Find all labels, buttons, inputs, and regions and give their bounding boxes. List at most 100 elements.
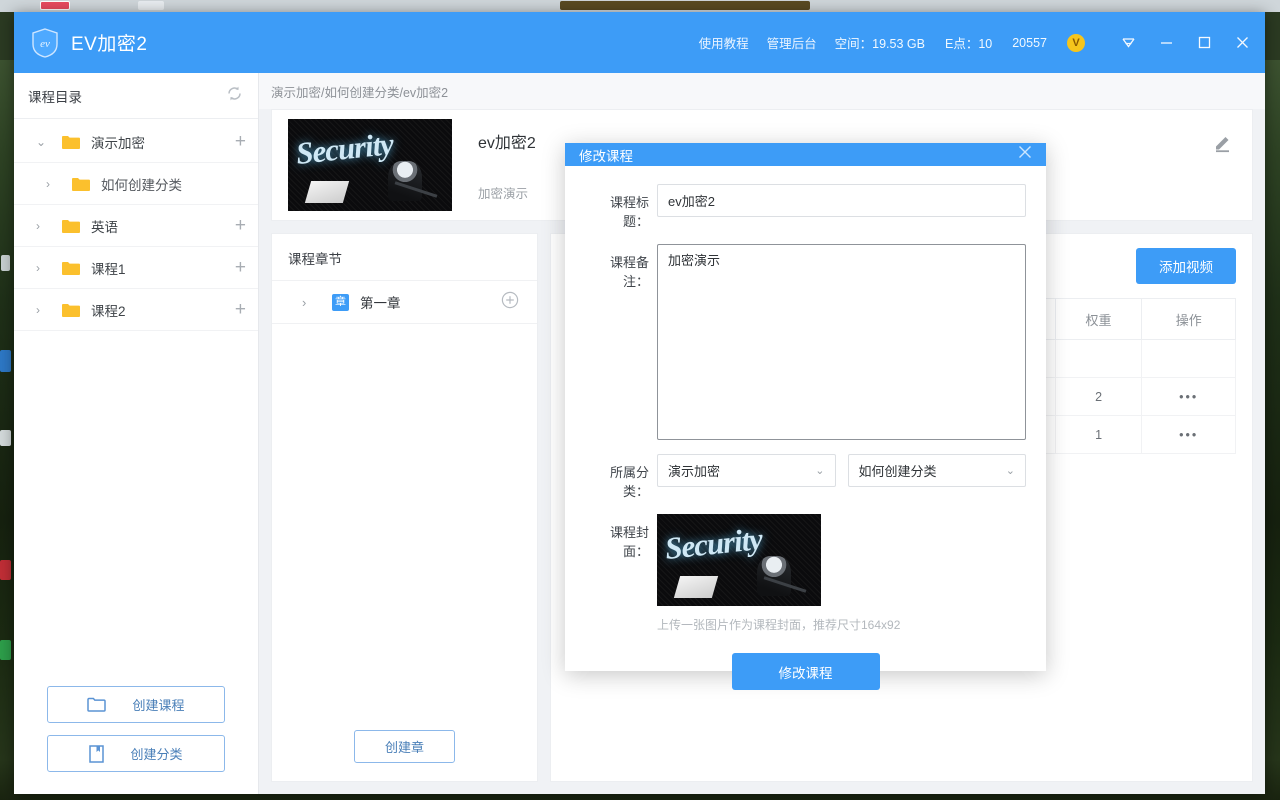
tree-item-4[interactable]: › 课程2 + bbox=[14, 289, 258, 331]
create-course-label: 创建课程 bbox=[132, 698, 185, 713]
cell-action[interactable]: ••• bbox=[1141, 415, 1236, 454]
chevron-down-icon[interactable]: ⌄ bbox=[36, 136, 52, 148]
desktop-icon bbox=[0, 430, 11, 446]
field-course-cover: 课程封面： Security 上传一张图片作为课程封面，推荐尺寸164x92 bbox=[585, 514, 1026, 633]
tree-item-label: 课程1 bbox=[91, 261, 126, 277]
chapter-label: 第一章 bbox=[360, 296, 401, 311]
category-label: 所属分类： bbox=[609, 465, 649, 499]
cover-laptop bbox=[304, 181, 350, 203]
tree-item-0[interactable]: ⌄ 演示加密 + bbox=[14, 121, 258, 163]
tree-item-label: 课程2 bbox=[91, 303, 126, 319]
sidebar-footer: 创建课程 创建分类 bbox=[14, 676, 258, 794]
create-category-label: 创建分类 bbox=[130, 747, 183, 762]
close-icon[interactable] bbox=[1223, 12, 1261, 73]
circle-plus-icon[interactable] bbox=[501, 291, 519, 314]
course-title-label: 课程标题： bbox=[609, 195, 649, 229]
desktop-icon bbox=[0, 350, 11, 372]
course-cover-image: Security bbox=[288, 119, 452, 211]
cell-weight: 1 bbox=[1054, 415, 1143, 454]
minimize-icon[interactable] bbox=[1147, 12, 1185, 73]
maximize-icon[interactable] bbox=[1185, 12, 1223, 73]
app-title: EV加密2 bbox=[71, 34, 148, 55]
chapter-pane-footer: 创建章 bbox=[272, 716, 537, 781]
folder-icon bbox=[62, 303, 80, 317]
edit-course-dialog: 修改课程 课程标题： 课程备注： 加密演示 所属分类： 演示加密 ⌄ bbox=[565, 143, 1046, 690]
cell-action[interactable] bbox=[1141, 339, 1236, 378]
bookmark-icon bbox=[89, 744, 105, 763]
create-chapter-button[interactable]: 创建章 bbox=[354, 730, 455, 763]
tree-item-3[interactable]: › 课程1 + bbox=[14, 247, 258, 289]
tree-item-2[interactable]: › 英语 + bbox=[14, 205, 258, 247]
category-tree: ⌄ 演示加密 + › 如何创建分类 › 英语 + › 课程1 + › 课程2 + bbox=[14, 119, 258, 676]
primary-category-select[interactable]: 演示加密 ⌄ bbox=[657, 454, 836, 487]
menu-down-icon[interactable] bbox=[1109, 12, 1147, 73]
folder-icon bbox=[87, 697, 107, 712]
course-title-input[interactable] bbox=[657, 184, 1026, 217]
cover-upload-hint: 上传一张图片作为课程封面，推荐尺寸164x92 bbox=[657, 618, 901, 632]
secondary-category-select[interactable]: 如何创建分类 ⌄ bbox=[847, 454, 1026, 487]
chevron-right-icon[interactable]: › bbox=[36, 262, 52, 274]
add-category-icon[interactable]: + bbox=[235, 258, 246, 277]
shield-ev-icon: ev bbox=[30, 27, 60, 59]
submit-edit-course-button[interactable]: 修改课程 bbox=[731, 653, 880, 690]
desktop-chip bbox=[560, 1, 810, 10]
course-title: ev加密2 bbox=[478, 134, 536, 152]
chevron-down-icon: ⌄ bbox=[815, 465, 825, 477]
chapter-pane-title: 课程章节 bbox=[288, 252, 342, 267]
cover-upload-block: Security 上传一张图片作为课程封面，推荐尺寸164x92 bbox=[657, 514, 1026, 633]
breadcrumb: 演示加密/如何创建分类/ev加密2 bbox=[259, 73, 1265, 109]
cell-weight bbox=[1054, 339, 1143, 378]
desktop-icon bbox=[0, 640, 11, 660]
tree-item-label: 如何创建分类 bbox=[101, 177, 182, 193]
folder-icon bbox=[62, 219, 80, 233]
chapter-icon: 章 bbox=[332, 293, 349, 311]
field-course-remark: 课程备注： 加密演示 bbox=[585, 244, 1026, 440]
credit-stat: 20557 bbox=[1012, 35, 1047, 50]
chevron-right-icon[interactable]: › bbox=[36, 220, 52, 232]
add-video-button[interactable]: 添加视频 bbox=[1136, 248, 1236, 284]
folder-icon bbox=[62, 261, 80, 275]
svg-text:ev: ev bbox=[40, 38, 50, 50]
desktop-chip bbox=[138, 1, 164, 10]
chapter-pane: 课程章节 › 章 第一章 创建章 bbox=[271, 233, 538, 782]
course-remark-label: 课程备注： bbox=[609, 255, 649, 289]
title-bar: ev EV加密2 使用教程 管理后台 空间：19.53 GB E点：10 205… bbox=[14, 12, 1265, 73]
primary-category-value: 演示加密 bbox=[668, 464, 721, 479]
admin-console-link[interactable]: 管理后台 bbox=[767, 33, 817, 52]
cell-action[interactable]: ••• bbox=[1141, 377, 1236, 416]
tutorial-link[interactable]: 使用教程 bbox=[699, 33, 749, 52]
add-category-icon[interactable]: + bbox=[235, 132, 246, 151]
tree-item-1[interactable]: › 如何创建分类 bbox=[14, 163, 258, 205]
dialog-body: 课程标题： 课程备注： 加密演示 所属分类： 演示加密 ⌄ 如何创建分类 ⌄ bbox=[565, 166, 1046, 647]
desktop-icon bbox=[0, 560, 11, 580]
col-weight: 权重 bbox=[1054, 298, 1143, 340]
chevron-right-icon[interactable]: › bbox=[36, 304, 52, 316]
desktop-chip bbox=[40, 1, 70, 10]
course-remark-textarea[interactable]: 加密演示 bbox=[657, 244, 1026, 440]
chapter-row[interactable]: › 章 第一章 bbox=[272, 280, 537, 324]
dialog-footer: 修改课程 bbox=[565, 647, 1046, 712]
sidebar-title: 课程目录 bbox=[28, 89, 82, 105]
cover-figure bbox=[388, 161, 422, 201]
create-course-button[interactable]: 创建课程 bbox=[47, 686, 225, 723]
coin-icon[interactable]: V bbox=[1067, 33, 1085, 52]
category-selects: 演示加密 ⌄ 如何创建分类 ⌄ bbox=[657, 454, 1026, 487]
cover-laptop bbox=[673, 576, 719, 598]
refresh-icon[interactable] bbox=[225, 84, 244, 108]
add-category-icon[interactable]: + bbox=[235, 300, 246, 319]
course-description: 加密演示 bbox=[478, 186, 529, 201]
close-icon[interactable] bbox=[1016, 143, 1034, 166]
cover-upload-preview[interactable]: Security bbox=[657, 514, 821, 606]
field-course-title: 课程标题： bbox=[585, 184, 1026, 230]
create-category-button[interactable]: 创建分类 bbox=[47, 735, 225, 772]
chevron-right-icon[interactable]: › bbox=[46, 178, 62, 190]
tree-item-label: 演示加密 bbox=[91, 135, 145, 151]
sidebar-header: 课程目录 bbox=[14, 73, 258, 119]
add-category-icon[interactable]: + bbox=[235, 216, 246, 235]
col-action: 操作 bbox=[1141, 298, 1236, 340]
pencil-icon[interactable] bbox=[1212, 132, 1234, 159]
chevron-right-icon[interactable]: › bbox=[302, 296, 318, 309]
application-window: ev EV加密2 使用教程 管理后台 空间：19.53 GB E点：10 205… bbox=[14, 12, 1265, 794]
cover-figure bbox=[757, 556, 791, 596]
dialog-header: 修改课程 bbox=[565, 143, 1046, 166]
